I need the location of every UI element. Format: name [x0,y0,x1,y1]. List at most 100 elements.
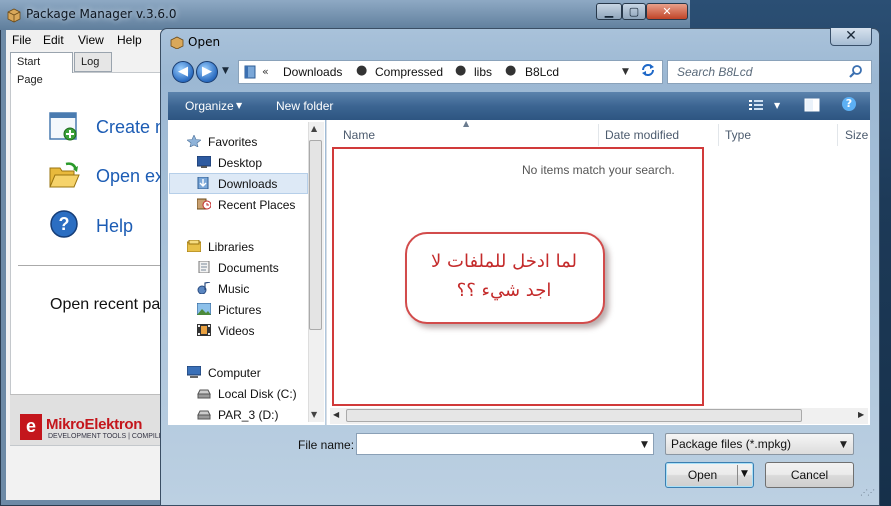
breadcrumb-separator[interactable]: ● [505,63,516,78]
create-new-link[interactable]: Create n [96,117,165,138]
open-options-dropdown-arrow[interactable]: ▼ [741,469,748,479]
file-name-label: File name: [298,438,355,452]
new-folder-button[interactable]: New folder [276,99,333,113]
breadcrumb-separator[interactable]: ● [356,63,367,78]
scroll-left-arrow[interactable]: ◀ [333,410,339,419]
column-type[interactable]: Type [725,128,751,142]
annotation-text-line1: لما ادخل للملفات لا [431,251,577,272]
column-separator[interactable] [837,124,838,146]
nav-downloads[interactable]: Downloads [218,177,277,191]
computer-icon [187,366,201,378]
file-name-dropdown-arrow[interactable]: ▼ [641,440,648,450]
close-button[interactable]: ✕ [646,3,688,20]
help-link[interactable]: Help [96,216,133,237]
nav-favorites[interactable]: Favorites [208,135,257,149]
organize-button[interactable]: Organize [185,99,234,113]
nav-computer[interactable]: Computer [208,366,261,380]
library-icon [187,240,201,252]
help-icon: ? [50,210,78,238]
preview-pane-icon[interactable] [804,98,820,112]
nav-videos[interactable]: Videos [218,324,254,338]
nav-music[interactable]: Music [218,282,249,296]
folder-icon [244,65,256,79]
nav-par3-d[interactable]: PAR_3 (D:) [218,408,278,422]
menu-view[interactable]: View [78,33,104,47]
menu-file[interactable]: File [12,33,31,47]
refresh-icon[interactable] [640,62,656,78]
breadcrumb-separator[interactable]: ● [455,63,466,78]
package-icon [7,8,21,23]
svg-text:?: ? [59,214,70,234]
file-name-input[interactable] [356,433,654,455]
disk-icon [197,389,211,399]
menu-edit[interactable]: Edit [43,33,64,47]
annotation-callout [405,232,605,324]
recent-places-icon [197,198,211,210]
cancel-button[interactable]: Cancel [765,462,854,488]
open-existing-link[interactable]: Open ex [96,166,164,187]
breadcrumb-downloads[interactable]: Downloads [283,65,342,79]
sort-ascending-icon: ▲ [463,119,470,128]
desktop-icon [197,156,211,168]
mikroelektronika-logo-badge: e [20,414,42,440]
tab-start-page[interactable]: Start Page [10,52,73,86]
nav-libraries[interactable]: Libraries [208,240,254,254]
open-folder-icon [49,162,80,188]
menu-help[interactable]: Help [117,33,142,47]
minimize-button[interactable]: ▁ [596,3,622,20]
search-icon[interactable] [849,64,863,78]
open-button-label: Open [687,468,718,482]
views-dropdown-arrow[interactable]: ▼ [774,101,780,110]
nav-pictures[interactable]: Pictures [218,303,261,317]
documents-icon [198,261,210,273]
nav-documents[interactable]: Documents [218,261,279,275]
nav-local-disk-c[interactable]: Local Disk (C:) [218,387,297,401]
address-overflow-chevron[interactable]: « [262,65,269,78]
dialog-title: Open [188,35,221,49]
nav-desktop[interactable]: Desktop [218,156,262,170]
dialog-close-button[interactable]: ✕ [830,28,872,46]
mikroelektronika-logo: MikroElektron [46,416,143,433]
breadcrumb-b8lcd[interactable]: B8Lcd [525,65,559,79]
back-button[interactable]: ◀ [172,61,194,83]
search-placeholder: Search B8Lcd [677,65,753,79]
music-icon [197,282,211,294]
scroll-right-arrow[interactable]: ▶ [858,410,864,419]
scroll-up-arrow[interactable]: ▲ [311,124,317,133]
column-separator[interactable] [598,124,599,146]
organize-dropdown-arrow[interactable]: ▼ [236,101,242,110]
column-separator[interactable] [718,124,719,146]
open-recent-heading: Open recent pa [50,296,161,313]
maximize-button[interactable]: ▢ [622,3,646,20]
annotation-text-line2: اجد شيء ؟؟ [456,280,552,301]
star-icon [187,135,201,147]
tab-log[interactable]: Log [74,52,112,72]
navigation-scrollbar-thumb[interactable] [309,140,322,330]
breadcrumb-compressed[interactable]: Compressed [375,65,443,79]
column-size[interactable]: Size [845,128,868,142]
scroll-down-arrow[interactable]: ▼ [311,410,317,419]
disk-icon [197,410,211,420]
downloads-icon [197,177,209,189]
new-package-icon [49,112,77,141]
logo-tagline: DEVELOPMENT TOOLS | COMPILERS [48,433,174,440]
start-page-divider [18,265,163,266]
file-type-value: Package files (*.mpkg) [671,437,792,451]
nav-recent-places[interactable]: Recent Places [218,198,295,212]
horizontal-scrollbar-thumb[interactable] [346,409,802,422]
resize-grip[interactable]: ⋰⋰ [860,488,875,497]
package-manager-title: Package Manager v.3.6.0 [26,7,177,21]
address-history-dropdown[interactable]: ▼ [622,67,629,77]
package-icon [170,36,184,49]
breadcrumb-libs[interactable]: libs [474,65,492,79]
pictures-icon [197,303,211,315]
file-type-dropdown-arrow[interactable]: ▼ [840,440,847,450]
column-name[interactable]: Name [343,128,375,142]
column-date-modified[interactable]: Date modified [605,128,679,142]
forward-button[interactable]: ▶ [196,61,218,83]
videos-icon [197,324,211,336]
help-button[interactable]: ? [842,97,856,111]
recent-locations-dropdown[interactable]: ▼ [222,66,229,76]
change-view-icon[interactable] [748,98,764,112]
open-button-split [737,465,738,485]
